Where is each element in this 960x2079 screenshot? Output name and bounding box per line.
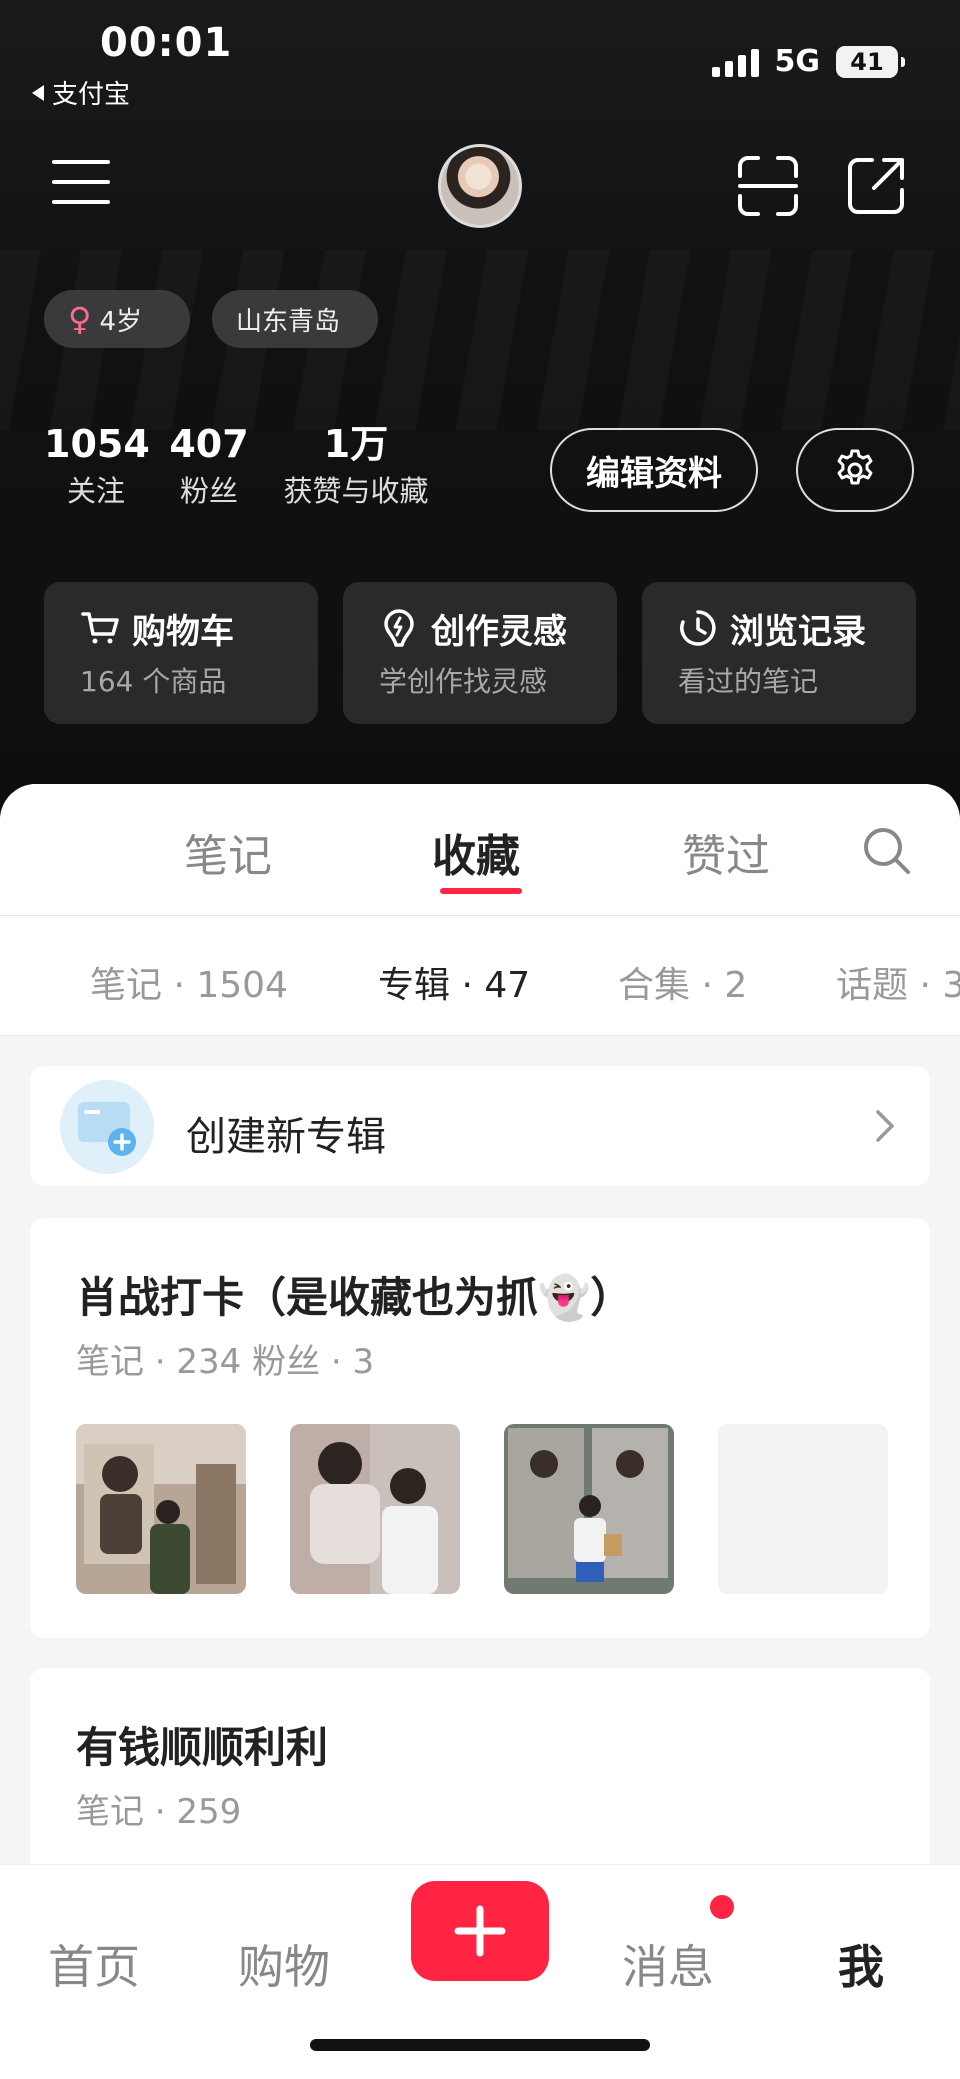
subtab-topics[interactable]: 话题 · 3 bbox=[836, 956, 960, 1008]
history-card[interactable]: 浏览记录 看过的笔记 bbox=[642, 582, 916, 724]
create-album-row[interactable]: 创建新专辑 bbox=[30, 1066, 930, 1186]
card-subtitle: 164 个商品 bbox=[80, 665, 227, 698]
card-title: 浏览记录 bbox=[730, 611, 866, 652]
nav-me[interactable]: 我 bbox=[838, 1931, 884, 1997]
create-post-button[interactable] bbox=[411, 1881, 549, 1981]
album-thumbnail-placeholder bbox=[718, 1424, 888, 1594]
age-label: 4岁 bbox=[99, 306, 142, 337]
create-album-icon bbox=[60, 1080, 154, 1174]
card-title: 购物车 bbox=[132, 611, 234, 652]
stat-value: 1054 bbox=[44, 422, 150, 466]
album-card[interactable]: 肖战打卡（是收藏也为抓👻） 笔记 · 234 粉丝 · 3 bbox=[30, 1218, 930, 1638]
subtab-collections[interactable]: 合集 · 2 bbox=[618, 956, 747, 1008]
collection-subtabs: 笔记 · 1504 专辑 · 47 合集 · 2 话题 · 3 bbox=[0, 916, 960, 1036]
plus-icon bbox=[454, 1905, 506, 1957]
clock-icon bbox=[680, 610, 716, 646]
menu-icon[interactable] bbox=[52, 160, 110, 206]
network-type: 5G bbox=[774, 44, 821, 79]
album-thumbnail[interactable] bbox=[504, 1424, 674, 1594]
search-icon[interactable] bbox=[862, 826, 912, 876]
back-triangle-icon bbox=[32, 84, 44, 101]
scan-icon[interactable] bbox=[736, 156, 800, 216]
signal-icon bbox=[711, 47, 759, 77]
inspiration-card[interactable]: 创作灵感 学创作找灵感 bbox=[343, 582, 617, 724]
female-icon: ♀ bbox=[68, 300, 92, 338]
stat-label: 关注 bbox=[66, 474, 125, 508]
chevron-right-icon bbox=[876, 1110, 894, 1142]
profile-tabs: 笔记 收藏 赞过 bbox=[0, 784, 960, 916]
stat-likes-collections[interactable]: 1万 获赞与收藏 bbox=[270, 420, 442, 514]
stat-label: 粉丝 bbox=[179, 474, 238, 508]
back-to-app-link[interactable]: 支付宝 bbox=[30, 74, 130, 111]
card-title: 创作灵感 bbox=[431, 611, 567, 652]
avatar[interactable] bbox=[438, 144, 522, 228]
album-meta: 笔记 · 234 粉丝 · 3 bbox=[76, 1342, 375, 1382]
age-tag: ♀ 4岁 bbox=[44, 290, 190, 348]
bottom-navigation: 首页 购物 消息 我 bbox=[0, 1864, 960, 2079]
gear-icon bbox=[837, 449, 873, 485]
stat-followers[interactable]: 407 粉丝 bbox=[164, 420, 254, 514]
stat-value: 407 bbox=[169, 422, 249, 466]
nav-messages[interactable]: 消息 bbox=[622, 1931, 714, 1997]
lightbulb-icon bbox=[384, 609, 414, 647]
stat-value: 1万 bbox=[323, 422, 389, 466]
home-indicator bbox=[310, 2039, 650, 2051]
subtab-albums[interactable]: 专辑 · 47 bbox=[378, 956, 530, 1008]
stat-following[interactable]: 1054 关注 bbox=[44, 420, 150, 514]
subtab-notes[interactable]: 笔记 · 1504 bbox=[90, 956, 288, 1008]
album-thumbnail[interactable] bbox=[76, 1424, 246, 1594]
status-indicators: 5G 41 bbox=[711, 44, 905, 79]
tab-notes[interactable]: 笔记 bbox=[184, 820, 272, 884]
edit-profile-button[interactable]: 编辑资料 bbox=[550, 428, 758, 512]
album-thumbnail[interactable] bbox=[290, 1424, 460, 1594]
status-time: 00:01 bbox=[100, 20, 233, 66]
location-label: 山东青岛 bbox=[236, 306, 341, 337]
album-title: 有钱顺顺利利 bbox=[76, 1723, 329, 1772]
battery-icon: 41 bbox=[836, 45, 905, 78]
album-meta: 笔记 · 259 bbox=[76, 1792, 242, 1832]
battery-level: 41 bbox=[850, 47, 884, 76]
cart-icon bbox=[81, 612, 119, 644]
create-album-label: 创建新专辑 bbox=[186, 1114, 386, 1160]
tab-collections[interactable]: 收藏 bbox=[432, 820, 520, 884]
card-subtitle: 学创作找灵感 bbox=[379, 665, 548, 698]
shopping-cart-card[interactable]: 购物车 164 个商品 bbox=[44, 582, 318, 724]
settings-button[interactable] bbox=[796, 428, 914, 512]
card-subtitle: 看过的笔记 bbox=[678, 665, 819, 698]
nav-shop[interactable]: 购物 bbox=[238, 1931, 330, 1997]
active-tab-indicator bbox=[440, 888, 522, 894]
stat-label: 获赞与收藏 bbox=[283, 474, 429, 508]
location-tag: 山东青岛 bbox=[212, 290, 378, 348]
back-app-label: 支付宝 bbox=[52, 80, 131, 110]
notification-dot bbox=[710, 1895, 734, 1919]
share-icon[interactable] bbox=[844, 154, 908, 218]
album-title: 肖战打卡（是收藏也为抓👻） bbox=[76, 1273, 633, 1322]
nav-home[interactable]: 首页 bbox=[48, 1931, 140, 1997]
tab-liked[interactable]: 赞过 bbox=[682, 820, 770, 884]
